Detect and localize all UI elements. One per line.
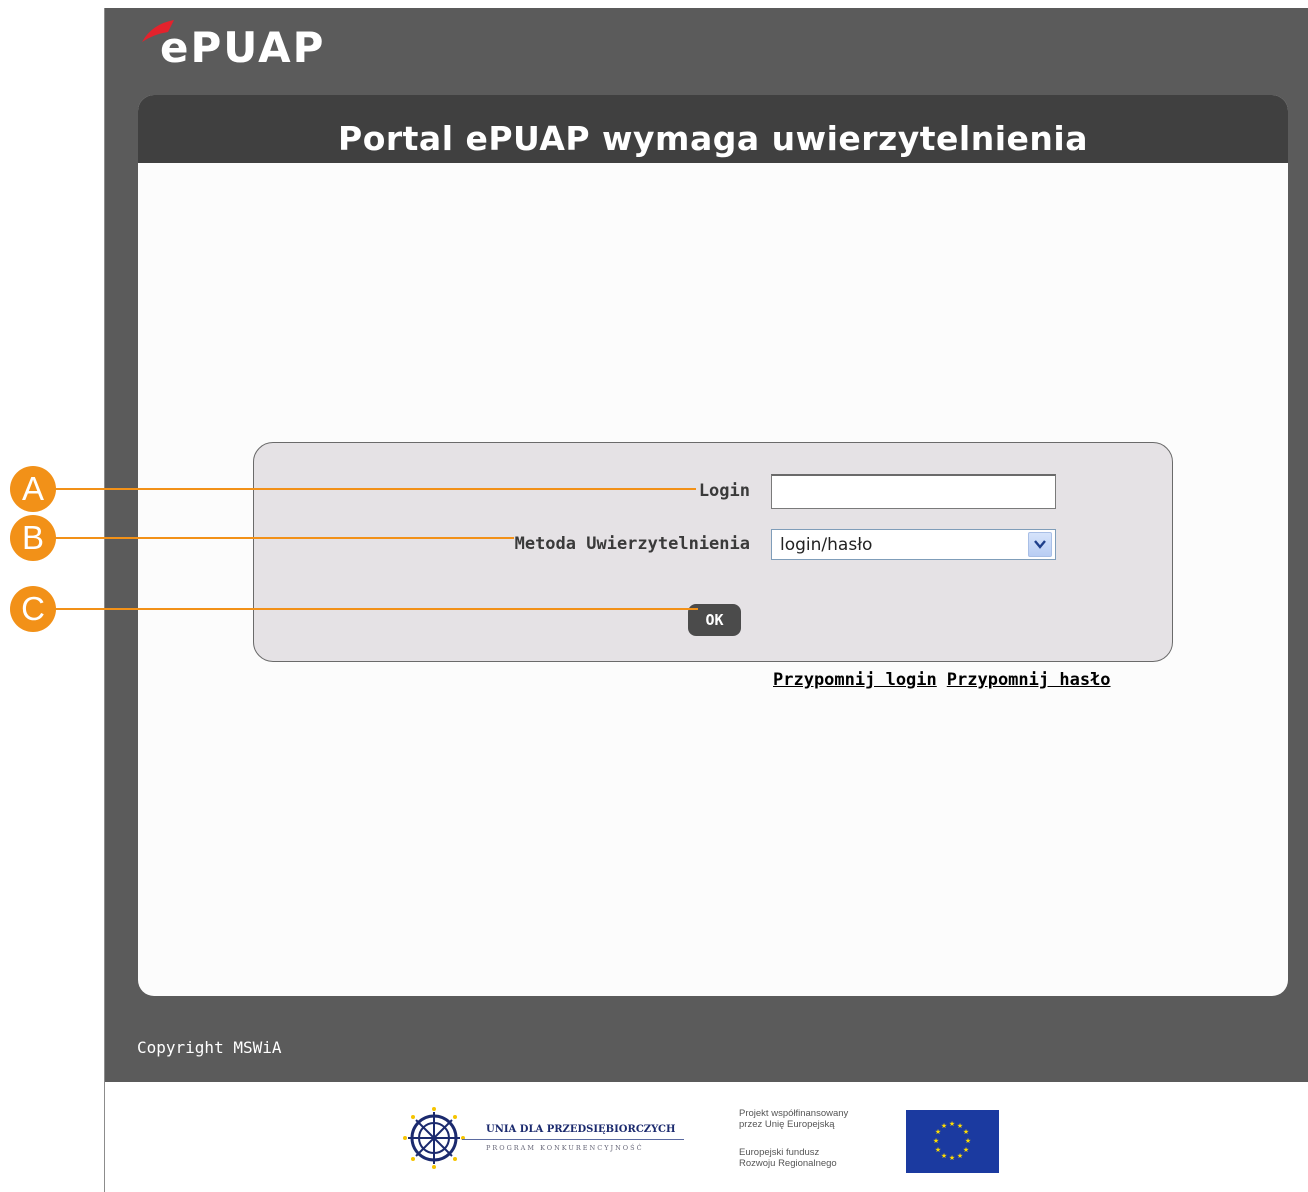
page-title: Portal ePUAP wymaga uwierzytelnienia: [338, 118, 1088, 158]
fund-line-2: Rozwoju Regionalnego: [739, 1158, 837, 1169]
auth-method-select[interactable]: login/hasło: [771, 529, 1056, 560]
svg-text:★: ★: [949, 1120, 955, 1128]
copyright-text: Copyright MSWiA: [137, 1038, 282, 1057]
svg-text:★: ★: [957, 1152, 963, 1160]
login-label: Login: [698, 481, 750, 501]
remind-links: Przypomnij login Przypomnij hasło: [773, 670, 1121, 690]
svg-text:★: ★: [933, 1137, 939, 1145]
svg-text:★: ★: [941, 1152, 947, 1160]
svg-text:★: ★: [935, 1146, 941, 1154]
remind-password-link[interactable]: Przypomnij hasło: [947, 670, 1111, 690]
unia-title: UNIA DLA PRZEDSIĘBIORCZYCH: [486, 1124, 676, 1135]
auth-method-value: login/hasło: [780, 534, 873, 555]
callout-c-line: [50, 608, 698, 610]
panel-header: Portal ePUAP wymaga uwierzytelnienia: [138, 95, 1288, 163]
login-form: Login Metoda Uwierzytelnienia login/hasł…: [253, 442, 1173, 662]
callout-a-line: [50, 488, 696, 490]
fund-line-1: Europejski fundusz: [739, 1147, 820, 1158]
svg-text:★: ★: [963, 1128, 969, 1136]
callout-a-badge: A: [10, 466, 56, 512]
unia-divider: [462, 1139, 684, 1140]
login-input[interactable]: [771, 474, 1056, 509]
svg-text:ePUAP: ePUAP: [160, 23, 325, 72]
remind-login-link[interactable]: Przypomnij login: [773, 670, 937, 690]
project-line-2: przez Unię Europejską: [739, 1119, 835, 1130]
unia-emblem-icon: [400, 1104, 468, 1172]
callout-b-badge: B: [10, 515, 56, 561]
auth-method-label: Metoda Uwierzytelnienia: [514, 534, 750, 554]
fund-text: Europejski fundusz Rozwoju Regionalnego: [739, 1147, 837, 1169]
callout-b-line: [50, 537, 514, 539]
svg-text:★: ★: [965, 1137, 971, 1145]
footer: [105, 1082, 1308, 1192]
project-text: Projekt współfinansowany przez Unię Euro…: [739, 1108, 848, 1130]
callout-c-badge: C: [10, 586, 56, 632]
chevron-down-icon[interactable]: [1028, 532, 1052, 557]
unia-subtitle: PROGRAM KONKURENCYJNOŚĆ: [486, 1144, 644, 1152]
svg-text:★: ★: [941, 1122, 947, 1130]
eu-flag-icon: ★ ★ ★ ★ ★ ★ ★ ★ ★ ★ ★ ★: [906, 1110, 999, 1173]
epuap-logo[interactable]: ePUAP: [138, 14, 368, 74]
svg-text:★: ★: [949, 1154, 955, 1162]
svg-text:★: ★: [963, 1146, 969, 1154]
project-line-1: Projekt współfinansowany: [739, 1108, 849, 1119]
